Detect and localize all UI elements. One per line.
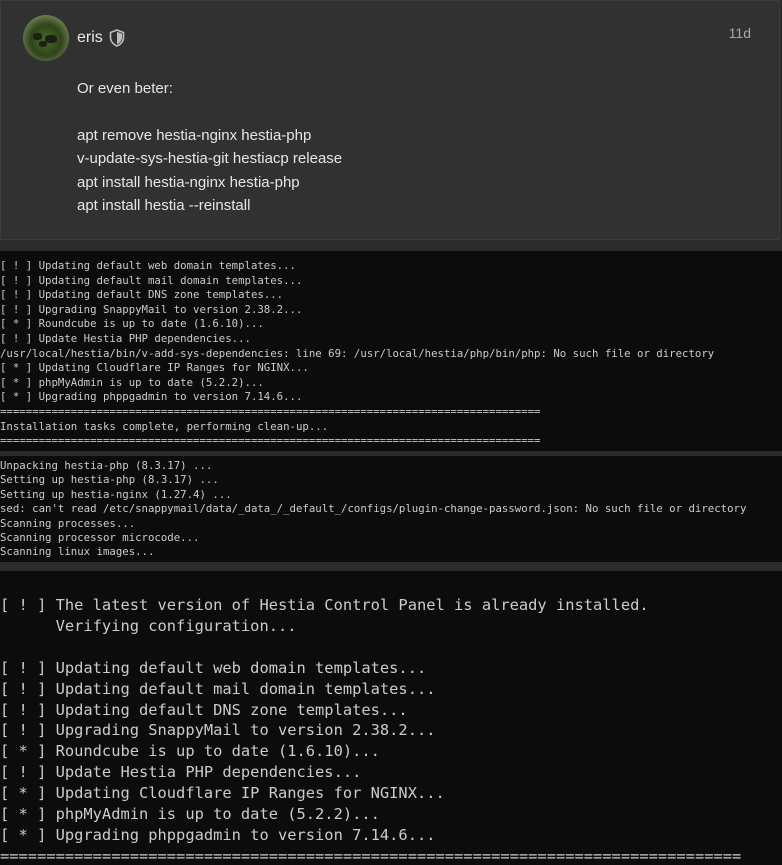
post-text-line: Or even beter: [77,80,173,97]
terminal-line: Verifying configuration... [0,616,297,635]
terminal-line: Setting up hestia-nginx (1.27.4) ... [0,487,232,501]
post-text-line: apt install hestia-nginx hestia-php [77,173,300,191]
terminal-line: [ * ] Roundcube is up to date (1.6.10)..… [0,317,264,331]
terminal-line: [ ! ] Updating default web domain templa… [0,658,427,677]
terminal-line: Scanning processes... [0,516,136,530]
terminal-line: [ * ] phpMyAdmin is up to date (5.2.2)..… [0,805,380,824]
terminal-line: [ * ] Upgrading phppgadmin to version 7.… [0,825,436,844]
terminal-screenshot-1: [ ! ] Updating default web domain templa… [0,251,782,451]
terminal-line: [ ! ] Updating default DNS zone template… [0,288,284,302]
terminal-line: [ * ] Upgrading phppgadmin to version 7.… [0,390,303,404]
terminal-line: Unpacking hestia-php (8.3.17) ... [0,459,213,472]
terminal-line: [ ! ] Upgrading SnappyMail to version 2.… [0,721,436,740]
terminal-line: [ ! ] Update Hestia PHP dependencies... [0,331,251,345]
terminal-line: [ ! ] Update Hestia PHP dependencies... [0,763,362,782]
post-text-line: apt remove hestia-nginx hestia-php [77,126,312,144]
post-body: Or even beter: apt remove hestia-nginx h… [77,77,342,218]
terminal-line: Setting up hestia-php (8.3.17) ... [0,473,219,487]
terminal-line: [ * ] Updating Cloudflare IP Ranges for … [0,784,445,803]
post-username[interactable]: eris [77,29,103,47]
terminal-line: Scanning linux images... [0,545,155,559]
terminal-line: [ ! ] Updating default web domain templa… [0,259,296,272]
terminal-line: ========================================… [0,434,541,448]
terminal-line: ========================================… [0,846,742,865]
terminal-line: Scanning processor microcode... [0,531,200,545]
terminal-line: /usr/local/hestia/bin/v-add-sys-dependen… [0,346,715,360]
terminal-line: [ * ] Updating Cloudflare IP Ranges for … [0,361,309,375]
post-date[interactable]: 11d [729,25,751,41]
terminal-line: [ ! ] Updating default mail domain templ… [0,679,436,698]
shield-icon [109,29,125,47]
post-text-line: v-update-sys-hestia-git hestiacp release [77,150,343,167]
terminal-line: Installation tasks complete, performing … [0,419,329,433]
forum-post: eris 11d Or even beter: apt remove hesti… [0,0,780,240]
post-text-line: apt install hestia --reinstall [77,197,251,214]
terminal-line: [ ! ] Updating default DNS zone template… [0,700,408,719]
terminal-screenshot-3: [ ! ] The latest version of Hestia Contr… [0,571,782,865]
avatar[interactable] [23,15,69,61]
terminal-line: [ * ] Roundcube is up to date (1.6.10)..… [0,742,380,761]
terminal-line: ========================================… [0,404,541,418]
terminal-line: [ ! ] Upgrading SnappyMail to version 2.… [0,302,303,316]
terminal-screenshot-2: Unpacking hestia-php (8.3.17) ... Setting… [0,456,782,562]
terminal-line: [ * ] phpMyAdmin is up to date (5.2.2)..… [0,375,264,389]
terminal-line: [ ! ] The latest version of Hestia Contr… [0,596,649,614]
terminal-line: sed: can't read /etc/snappymail/data/_da… [0,502,747,516]
terminal-line: [ ! ] Updating default mail domain templ… [0,273,303,287]
